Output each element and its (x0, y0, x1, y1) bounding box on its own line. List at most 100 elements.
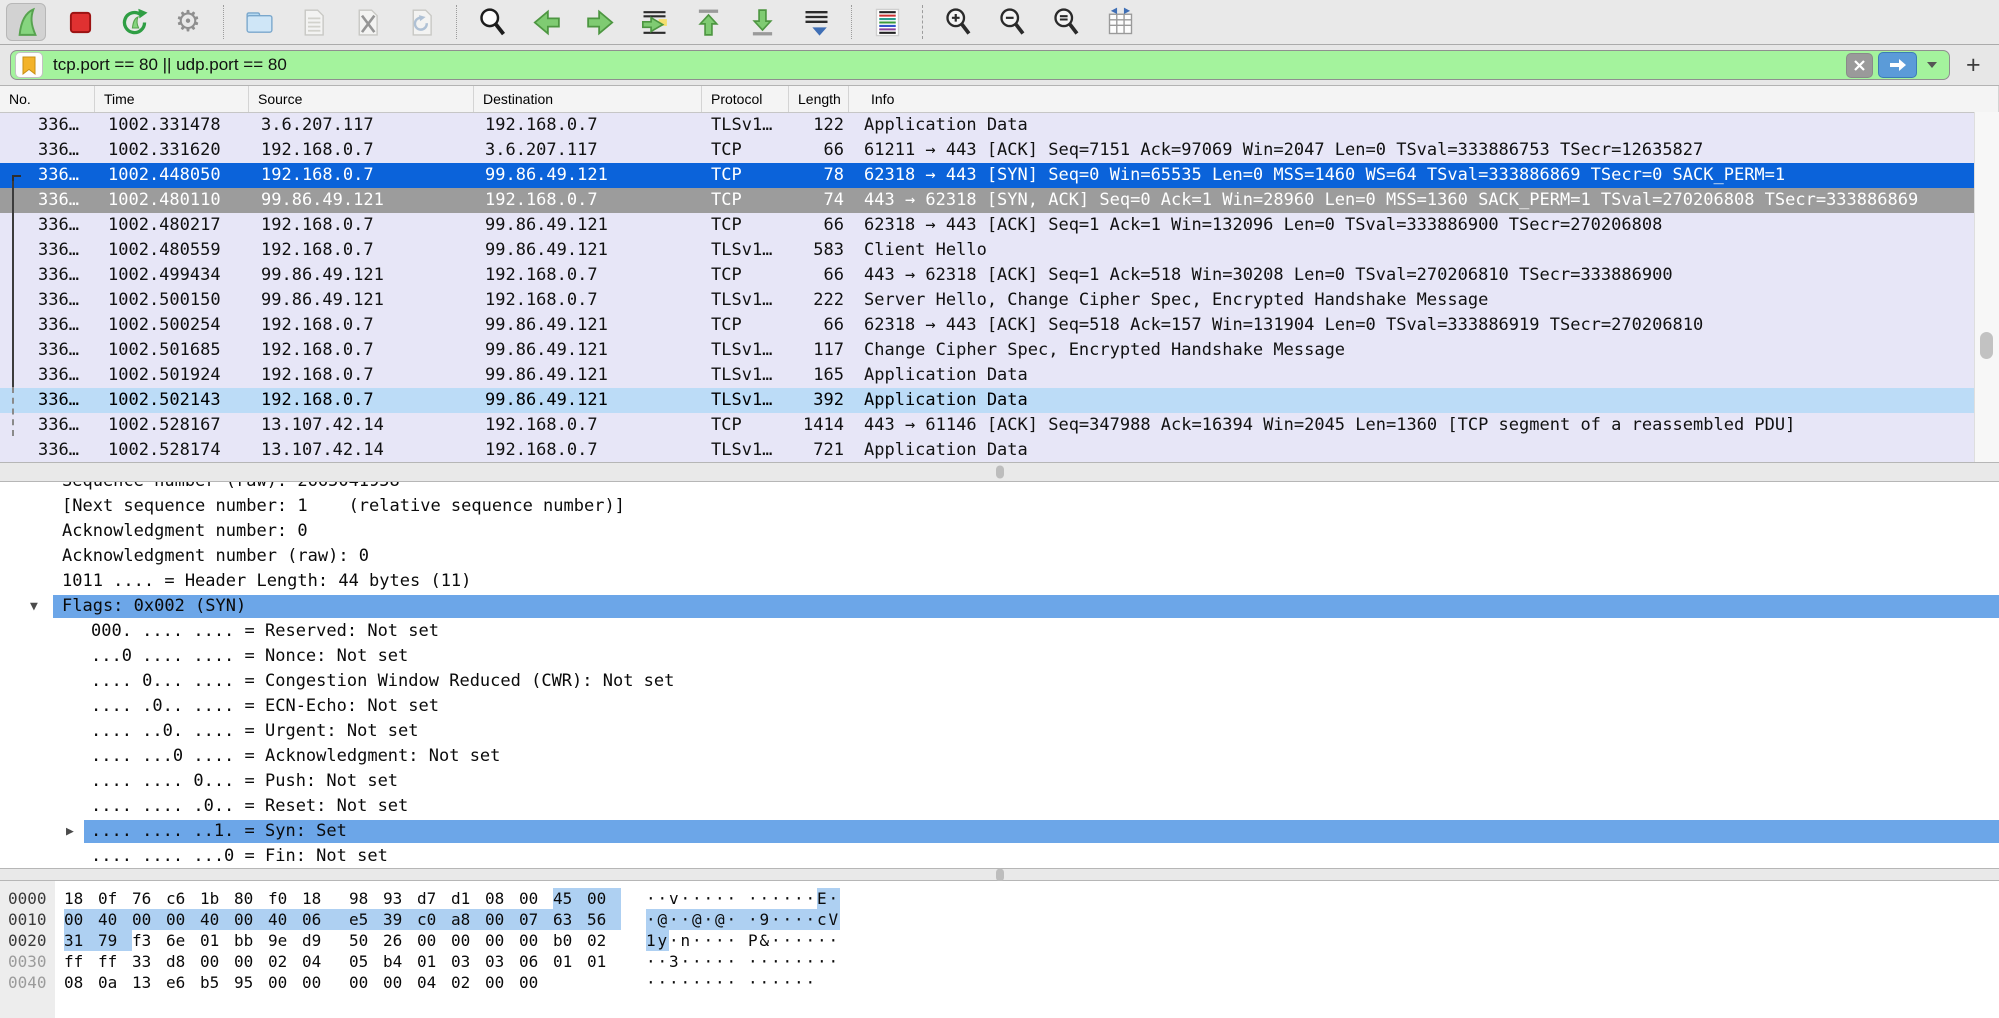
close-file-button[interactable] (347, 3, 387, 41)
detail-row[interactable]: .... .... 0... = Push: Not set (0, 769, 1999, 794)
ascii-char[interactable]: · (806, 951, 818, 972)
hex-byte[interactable]: 00 (268, 972, 302, 993)
ascii-char[interactable]: n (681, 930, 693, 951)
ascii-char[interactable]: 9 (760, 909, 772, 930)
ascii-char[interactable]: · (715, 972, 727, 993)
packet-row[interactable]: 336…1002.480559192.168.0.799.86.49.121TL… (0, 238, 1975, 263)
column-header-time[interactable]: Time (95, 86, 249, 112)
hex-byte[interactable]: 00 (234, 909, 268, 930)
hex-byte[interactable]: 00 (519, 972, 553, 993)
hex-byte[interactable]: 13 (132, 972, 166, 993)
open-file-button[interactable] (239, 3, 279, 41)
filter-add-button[interactable]: + (1962, 53, 1985, 78)
ascii-char[interactable]: V (829, 909, 841, 930)
ascii-char[interactable]: · (727, 888, 739, 909)
ascii-char[interactable]: · (646, 951, 658, 972)
ascii-char[interactable]: · (806, 930, 818, 951)
auto-scroll-button[interactable] (796, 3, 836, 41)
hex-byte[interactable]: 00 (383, 972, 417, 993)
hex-byte[interactable]: 63 (553, 909, 587, 930)
hex-byte[interactable]: f3 (132, 930, 166, 951)
detail-row[interactable]: 1011 .... = Header Length: 44 bytes (11) (0, 569, 1999, 594)
packet-row[interactable]: 336…1002.501924192.168.0.799.86.49.121TL… (0, 363, 1975, 388)
hex-byte[interactable]: 00 (200, 951, 234, 972)
ascii-char[interactable]: · (760, 972, 772, 993)
packet-list-scrollbar-thumb[interactable] (1980, 332, 1993, 359)
hex-byte[interactable]: 18 (302, 888, 336, 909)
ascii-char[interactable]: · (692, 972, 704, 993)
hex-byte[interactable]: 31 (64, 930, 98, 951)
packet-row[interactable]: 336…1002.3314783.6.207.117192.168.0.7TLS… (0, 113, 1975, 138)
ascii-char[interactable]: · (727, 909, 739, 930)
ascii-char[interactable]: · (748, 888, 760, 909)
ascii-char[interactable]: · (669, 909, 681, 930)
display-filter-field[interactable] (10, 50, 1950, 80)
ascii-char[interactable]: · (704, 888, 716, 909)
coloring-rules-button[interactable] (867, 3, 907, 41)
ascii-char[interactable]: · (748, 909, 760, 930)
packet-row[interactable]: 336…1002.448050192.168.0.799.86.49.121TC… (0, 163, 1975, 188)
hex-byte[interactable]: 05 (349, 951, 383, 972)
packet-list-scrollbar[interactable] (1974, 112, 1999, 462)
ascii-char[interactable]: · (681, 972, 693, 993)
hex-byte[interactable]: 00 (485, 972, 519, 993)
hex-byte[interactable]: 45 (553, 888, 587, 909)
detail-row[interactable]: .... ...0 .... = Acknowledgment: Not set (0, 744, 1999, 769)
ascii-char[interactable]: · (771, 951, 783, 972)
go-to-last-packet-button[interactable] (742, 3, 782, 41)
hex-byte[interactable]: 40 (268, 909, 302, 930)
hex-row[interactable]: 0000180f76c61b80f0189893d7d108004500··v·… (0, 888, 1999, 909)
hex-byte[interactable]: 9e (268, 930, 302, 951)
ascii-char[interactable]: @ (692, 909, 704, 930)
hex-byte[interactable]: 40 (200, 909, 234, 930)
hex-byte[interactable]: e6 (166, 972, 200, 993)
hex-byte[interactable]: d1 (451, 888, 485, 909)
ascii-char[interactable]: · (783, 888, 795, 909)
ascii-char[interactable]: · (646, 888, 658, 909)
hex-byte[interactable]: 93 (383, 888, 417, 909)
packet-row[interactable]: 336…1002.502143192.168.0.799.86.49.121TL… (0, 388, 1975, 413)
packet-row[interactable]: 336…1002.480217192.168.0.799.86.49.121TC… (0, 213, 1975, 238)
capture-options-button[interactable]: ⚙ (168, 3, 208, 41)
ascii-char[interactable]: · (760, 888, 772, 909)
hex-byte[interactable]: e5 (349, 909, 383, 930)
ascii-char[interactable]: · (794, 909, 806, 930)
ascii-char[interactable]: · (748, 972, 760, 993)
detail-row[interactable]: 000. .... .... = Reserved: Not set (0, 619, 1999, 644)
packet-row[interactable]: 336…1002.48011099.86.49.121192.168.0.7TC… (0, 188, 1975, 213)
hex-byte[interactable]: 00 (64, 909, 98, 930)
hex-row[interactable]: 0030ffff33d80000020405b4010303060101··3·… (0, 951, 1999, 972)
column-header-destination[interactable]: Destination (474, 86, 702, 112)
filter-apply-button[interactable] (1878, 52, 1917, 78)
hex-byte[interactable]: 1b (200, 888, 234, 909)
hex-byte[interactable]: 03 (485, 951, 519, 972)
column-header-info[interactable]: Info (849, 86, 1999, 112)
hex-byte[interactable]: 00 (234, 951, 268, 972)
hex-byte[interactable]: 76 (132, 888, 166, 909)
packet-row[interactable]: 336…1002.50015099.86.49.121192.168.0.7TL… (0, 288, 1975, 313)
ascii-char[interactable]: · (681, 888, 693, 909)
restart-capture-button[interactable] (114, 3, 154, 41)
hex-byte[interactable]: d9 (302, 930, 336, 951)
go-to-packet-button[interactable] (634, 3, 674, 41)
hex-byte[interactable]: 79 (98, 930, 132, 951)
start-capture-button[interactable] (6, 3, 46, 41)
ascii-char[interactable]: · (794, 951, 806, 972)
details-bytes-splitter[interactable] (0, 868, 1999, 881)
hex-byte[interactable]: b0 (553, 930, 587, 951)
ascii-char[interactable]: · (806, 972, 818, 993)
detail-row[interactable]: .... 0... .... = Congestion Window Reduc… (0, 669, 1999, 694)
hex-byte[interactable]: 26 (383, 930, 417, 951)
column-header-protocol[interactable]: Protocol (702, 86, 789, 112)
column-header-no[interactable]: No. (0, 86, 95, 112)
go-to-first-packet-button[interactable] (688, 3, 728, 41)
hex-byte[interactable]: 04 (302, 951, 336, 972)
hex-byte[interactable]: 00 (302, 972, 336, 993)
hex-byte[interactable]: 07 (519, 909, 553, 930)
go-back-button[interactable] (526, 3, 566, 41)
detail-row[interactable]: Acknowledgment number (raw): 0 (0, 544, 1999, 569)
hex-byte[interactable]: 06 (519, 951, 553, 972)
ascii-char[interactable]: · (771, 972, 783, 993)
ascii-char[interactable]: & (760, 930, 772, 951)
ascii-char[interactable]: · (829, 951, 841, 972)
